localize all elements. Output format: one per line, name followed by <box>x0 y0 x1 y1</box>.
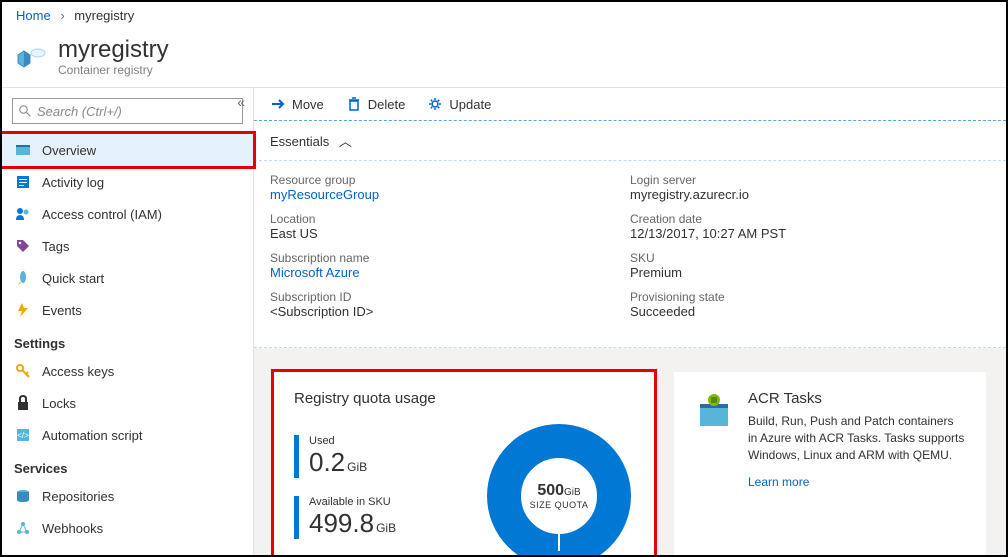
acr-tasks-card: ACR Tasks Build, Run, Push and Patch con… <box>674 372 986 557</box>
subscription-link[interactable]: Microsoft Azure <box>270 265 630 280</box>
sidebar-item-label: Access keys <box>42 364 114 379</box>
available-label: Available in SKU <box>309 496 484 508</box>
page-title: myregistry <box>58 37 169 63</box>
available-value: 499.8 <box>309 508 374 538</box>
breadcrumb-current: myregistry <box>74 8 134 23</box>
tag-icon <box>14 237 32 255</box>
used-unit: GiB <box>347 460 367 474</box>
sidebar-item-overview[interactable]: Overview <box>2 134 253 166</box>
quota-title: Registry quota usage <box>294 390 634 407</box>
key-icon <box>14 362 32 380</box>
essentials-toggle[interactable]: Essentials ︿ <box>254 121 1006 161</box>
creation-date-value: 12/13/2017, 10:27 AM PST <box>630 226 990 241</box>
acr-tasks-title: ACR Tasks <box>748 390 966 407</box>
sidebar-section-services: Services <box>2 451 253 480</box>
delete-button[interactable]: Delete <box>346 96 406 112</box>
overview-icon <box>14 141 32 159</box>
sidebar-item-label: Tags <box>42 239 69 254</box>
sidebar-item-tags[interactable]: Tags <box>2 230 253 262</box>
ess-label: Subscription name <box>270 251 630 265</box>
sidebar-item-access-control[interactable]: Access control (IAM) <box>2 198 253 230</box>
sidebar-item-label: Access control (IAM) <box>42 207 162 222</box>
sidebar-item-locks[interactable]: Locks <box>2 387 253 419</box>
ess-label: Creation date <box>630 212 990 226</box>
iam-icon <box>14 205 32 223</box>
sidebar-item-label: Locks <box>42 396 76 411</box>
lock-icon <box>14 394 32 412</box>
toolbar: Move Delete Update <box>254 88 1006 121</box>
events-icon <box>14 301 32 319</box>
sidebar-item-label: Automation script <box>42 428 142 443</box>
move-label: Move <box>292 97 324 112</box>
svg-text:</>: </> <box>17 431 29 440</box>
location-value: East US <box>270 226 630 241</box>
gear-icon <box>427 96 443 112</box>
resource-group-link[interactable]: myResourceGroup <box>270 187 630 202</box>
update-label: Update <box>449 97 491 112</box>
sidebar-item-activity-log[interactable]: Activity log <box>2 166 253 198</box>
collapse-sidebar-icon[interactable]: « <box>237 94 245 110</box>
donut-center-unit: GiB <box>564 487 581 498</box>
essentials-label: Essentials <box>270 134 329 149</box>
sidebar-item-repositories[interactable]: Repositories <box>2 480 253 512</box>
ess-label: Subscription ID <box>270 290 630 304</box>
webhook-icon <box>14 519 32 537</box>
used-label: Used <box>309 435 484 447</box>
rocket-icon <box>14 269 32 287</box>
donut-center-sub: SIZE QUOTA <box>530 500 589 510</box>
resource-header: myregistry Container registry <box>2 29 1006 88</box>
arrow-right-icon <box>270 96 286 112</box>
log-icon <box>14 173 32 191</box>
search-icon <box>19 105 31 117</box>
used-value: 0.2 <box>309 447 345 477</box>
chevron-right-icon: › <box>60 8 64 23</box>
quota-usage-card: Registry quota usage Used 0.2GiB Availab… <box>274 372 654 557</box>
page-subtitle: Container registry <box>58 63 169 77</box>
quota-donut-chart: 500GiB SIZE QUOTA <box>484 421 634 557</box>
sidebar-item-automation-script[interactable]: </> Automation script <box>2 419 253 451</box>
ess-label: Location <box>270 212 630 226</box>
sidebar-item-events[interactable]: Events <box>2 294 253 326</box>
ess-label: SKU <box>630 251 990 265</box>
breadcrumb-home[interactable]: Home <box>16 8 51 23</box>
sidebar-item-webhooks[interactable]: Webhooks <box>2 512 253 544</box>
sidebar-item-label: Events <box>42 303 82 318</box>
trash-icon <box>346 96 362 112</box>
available-unit: GiB <box>376 521 396 535</box>
sku-value: Premium <box>630 265 990 280</box>
move-button[interactable]: Move <box>270 96 324 112</box>
login-server-value: myregistry.azurecr.io <box>630 187 990 202</box>
acr-tasks-icon <box>694 390 734 557</box>
subscription-id-value: <Subscription ID> <box>270 304 630 319</box>
update-button[interactable]: Update <box>427 96 491 112</box>
ess-label: Resource group <box>270 173 630 187</box>
ess-label: Provisioning state <box>630 290 990 304</box>
sidebar-item-label: Webhooks <box>42 521 103 536</box>
acr-tasks-desc: Build, Run, Push and Patch containers in… <box>748 413 966 463</box>
sidebar: « Search (Ctrl+/) Overview Activity log … <box>2 88 254 557</box>
sidebar-item-access-keys[interactable]: Access keys <box>2 355 253 387</box>
search-input[interactable]: Search (Ctrl+/) <box>12 98 243 124</box>
ess-label: Login server <box>630 173 990 187</box>
donut-center-value: 500 <box>537 482 564 499</box>
sidebar-section-settings: Settings <box>2 326 253 355</box>
learn-more-link[interactable]: Learn more <box>748 475 809 489</box>
repos-icon <box>14 487 32 505</box>
sidebar-item-label: Overview <box>42 143 96 158</box>
delete-label: Delete <box>368 97 406 112</box>
sidebar-item-label: Quick start <box>42 271 104 286</box>
script-icon: </> <box>14 426 32 444</box>
essentials-panel: Resource groupmyResourceGroup LocationEa… <box>254 161 1006 348</box>
search-placeholder: Search (Ctrl+/) <box>37 104 122 119</box>
sidebar-item-label: Repositories <box>42 489 114 504</box>
chevron-up-icon: ︿ <box>339 134 352 149</box>
sidebar-item-label: Activity log <box>42 175 104 190</box>
provisioning-state-value: Succeeded <box>630 304 990 319</box>
container-registry-icon <box>16 43 48 71</box>
sidebar-item-quick-start[interactable]: Quick start <box>2 262 253 294</box>
breadcrumb: Home › myregistry <box>2 2 1006 29</box>
